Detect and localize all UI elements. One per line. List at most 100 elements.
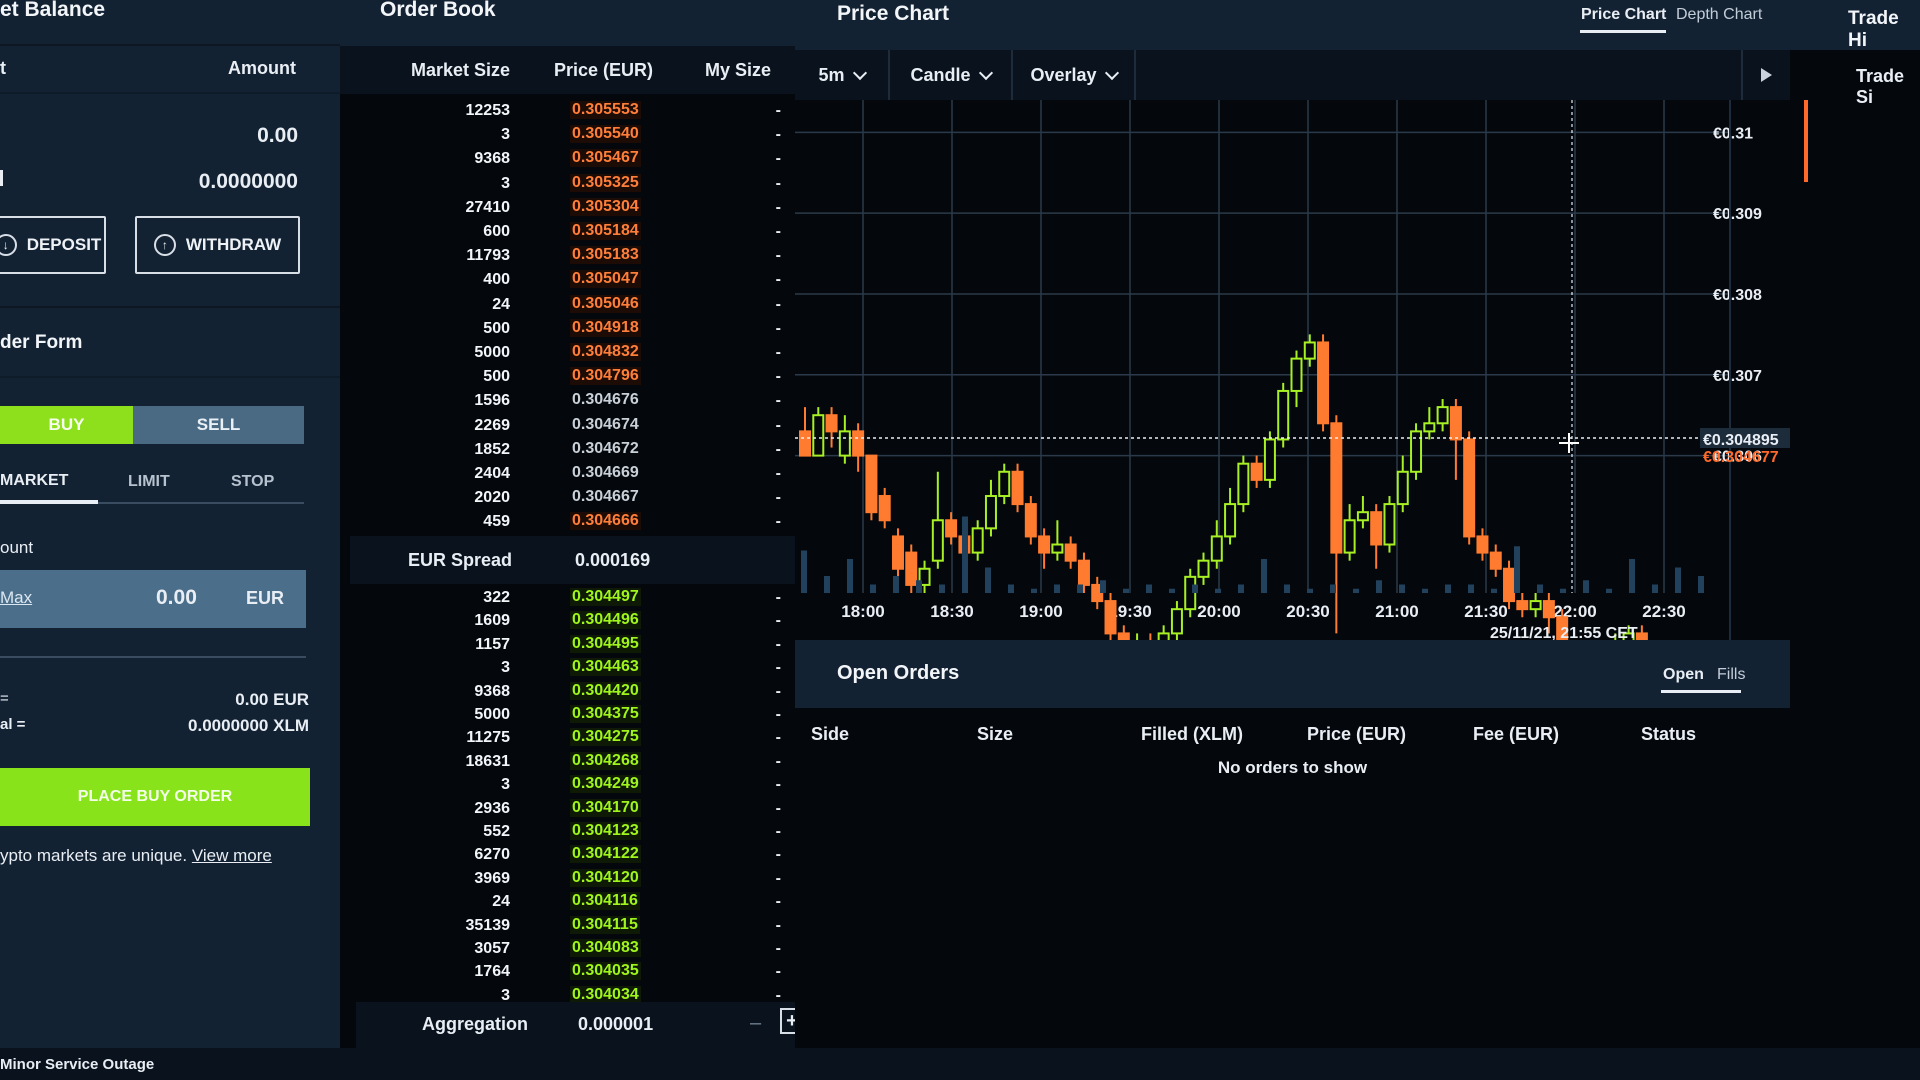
tab-depth-chart[interactable]: Depth Chart [1676, 6, 1762, 24]
bid-row[interactable]: 3 0.304463 - [340, 656, 795, 680]
ask-size: 400 [483, 271, 510, 289]
bid-my-size: - [775, 612, 781, 630]
candlestick-chart[interactable]: 18:00 18:30 19:00 19:30 20:00 20:30 21:00 21:30… [795, 100, 1790, 640]
amount-col-header: Amount [228, 58, 296, 78]
place-buy-order-button[interactable]: PLACE BUY ORDER [0, 768, 310, 826]
ask-my-size: - [775, 223, 781, 240]
ask-row[interactable]: 1852 0.304672 - [340, 438, 795, 462]
ask-row[interactable]: 12253 0.305553 - [340, 99, 795, 123]
buy-toggle[interactable]: BUY [0, 406, 133, 444]
bid-row[interactable]: 9368 0.304420 - [340, 680, 795, 704]
tab-price-chart[interactable]: Price Chart [1581, 6, 1666, 24]
y-tick-label: €0.307 [1713, 368, 1762, 385]
bid-row[interactable]: 5000 0.304375 - [340, 703, 795, 727]
bid-row[interactable]: 18631 0.304268 - [340, 750, 795, 774]
volume-bar [1629, 559, 1635, 593]
bid-row[interactable]: 11275 0.304275 - [340, 726, 795, 750]
bid-row[interactable]: 24 0.304116 - [340, 890, 795, 914]
order-book-column-headers: Market Size Price (EUR) My Size [340, 46, 795, 94]
aggregation-minus-button[interactable]: – [750, 1012, 761, 1035]
ask-size: 11793 [466, 247, 510, 265]
tab-stop[interactable]: STOP [231, 473, 274, 491]
candle-body [1635, 632, 1648, 640]
candle-body [1210, 535, 1223, 562]
price-chart-panel: Price Chart Price Chart Depth Chart 5m C… [795, 0, 1790, 640]
ask-row[interactable]: 2404 0.304669 - [340, 462, 795, 486]
candle-body [1117, 632, 1130, 640]
tab-market[interactable]: MARKET [0, 472, 68, 490]
ask-row[interactable]: 3 0.305540 - [340, 123, 795, 147]
ask-my-size: - [775, 319, 781, 337]
ask-row[interactable]: 2020 0.304667 - [340, 486, 795, 510]
bid-size: 6270 [474, 846, 510, 864]
view-more-link[interactable]: View more [192, 846, 272, 865]
balance-amount-eur: 0.00 [257, 124, 298, 147]
ask-row[interactable]: 500 0.304796 - [340, 365, 795, 389]
volume-bar [939, 584, 945, 593]
volume-bar [1054, 584, 1060, 593]
ask-size: 500 [483, 319, 510, 337]
ask-size: 2020 [474, 489, 510, 507]
bid-row[interactable]: 1764 0.304035 - [340, 960, 795, 984]
bid-row[interactable]: 322 0.304497 - [340, 586, 795, 610]
volume-bar [1353, 588, 1359, 593]
col-status: Status [1641, 724, 1697, 744]
bid-row[interactable]: 2936 0.304170 - [340, 797, 795, 821]
ask-row[interactable]: 11793 0.305183 - [340, 244, 795, 268]
bid-row[interactable]: 552 0.304123 - [340, 820, 795, 844]
ask-row[interactable]: 3 0.305325 - [340, 172, 795, 196]
status-text[interactable]: Minor Service Outage [0, 1056, 154, 1073]
ask-row[interactable]: 24 0.305046 - [340, 293, 795, 317]
order-book-title: Order Book [380, 0, 496, 21]
ask-my-size: - [775, 465, 781, 482]
amount-input[interactable]: Max 0.00 EUR [0, 570, 306, 628]
chevron-down-icon [1104, 65, 1119, 80]
bid-row[interactable]: 3969 0.304120 - [340, 867, 795, 891]
deposit-button[interactable]: ↓ DEPOSIT [0, 216, 106, 274]
ask-row[interactable]: 500 0.304918 - [340, 317, 795, 341]
ask-row[interactable]: 1596 0.304676 - [340, 389, 795, 413]
interval-select[interactable]: 5m [795, 50, 890, 100]
bid-price: 0.304497 [570, 588, 641, 606]
play-button[interactable] [1741, 50, 1790, 100]
ask-row[interactable]: 5000 0.304832 - [340, 341, 795, 365]
ask-row[interactable]: 400 0.305047 - [340, 268, 795, 292]
volume-bar [1330, 584, 1336, 593]
chart-type-select[interactable]: Candle [890, 50, 1013, 100]
ask-row[interactable]: 459 0.304666 - [340, 510, 795, 534]
ask-row[interactable]: 2269 0.304674 - [340, 414, 795, 438]
candle-body [838, 430, 851, 457]
bid-row[interactable]: 1157 0.304495 - [340, 633, 795, 657]
tab-limit[interactable]: LIMIT [128, 473, 170, 491]
ask-row[interactable]: 600 0.305184 - [340, 220, 795, 244]
volume-bar [1284, 584, 1290, 593]
x-tick-label: 21:00 [1375, 602, 1418, 621]
bid-size: 5000 [474, 706, 510, 723]
ask-price: 0.305540 [570, 125, 641, 144]
divider [0, 656, 306, 658]
candle-body [1303, 341, 1316, 360]
volume-bar [1100, 580, 1106, 593]
volume-bar [870, 584, 876, 593]
bid-row[interactable]: 1609 0.304496 - [340, 609, 795, 633]
volume-bar [962, 516, 968, 593]
withdraw-button[interactable]: ↑ WITHDRAW [135, 216, 300, 274]
aggregation-value: 0.000001 [578, 1014, 654, 1034]
bid-row[interactable]: 3057 0.304083 - [340, 937, 795, 961]
sell-toggle[interactable]: SELL [133, 406, 304, 444]
candle-body [865, 454, 878, 514]
ask-row[interactable]: 27410 0.305304 - [340, 196, 795, 220]
bid-price: 0.304120 [570, 868, 641, 887]
bid-row[interactable]: 35139 0.304115 - [340, 914, 795, 938]
bid-row[interactable]: 6270 0.304122 - [340, 843, 795, 867]
overlay-select[interactable]: Overlay [1013, 50, 1136, 100]
bid-my-size: - [775, 635, 781, 653]
bid-size: 1764 [474, 963, 510, 981]
ask-size: 5000 [474, 344, 510, 361]
ask-row[interactable]: 9368 0.305467 - [340, 147, 795, 171]
bid-row[interactable]: 3 0.304249 - [340, 773, 795, 797]
tab-fills[interactable]: Fills [1717, 666, 1745, 684]
max-link[interactable]: Max [0, 588, 32, 608]
bid-my-size: - [775, 799, 781, 817]
tab-open[interactable]: Open [1663, 666, 1704, 684]
